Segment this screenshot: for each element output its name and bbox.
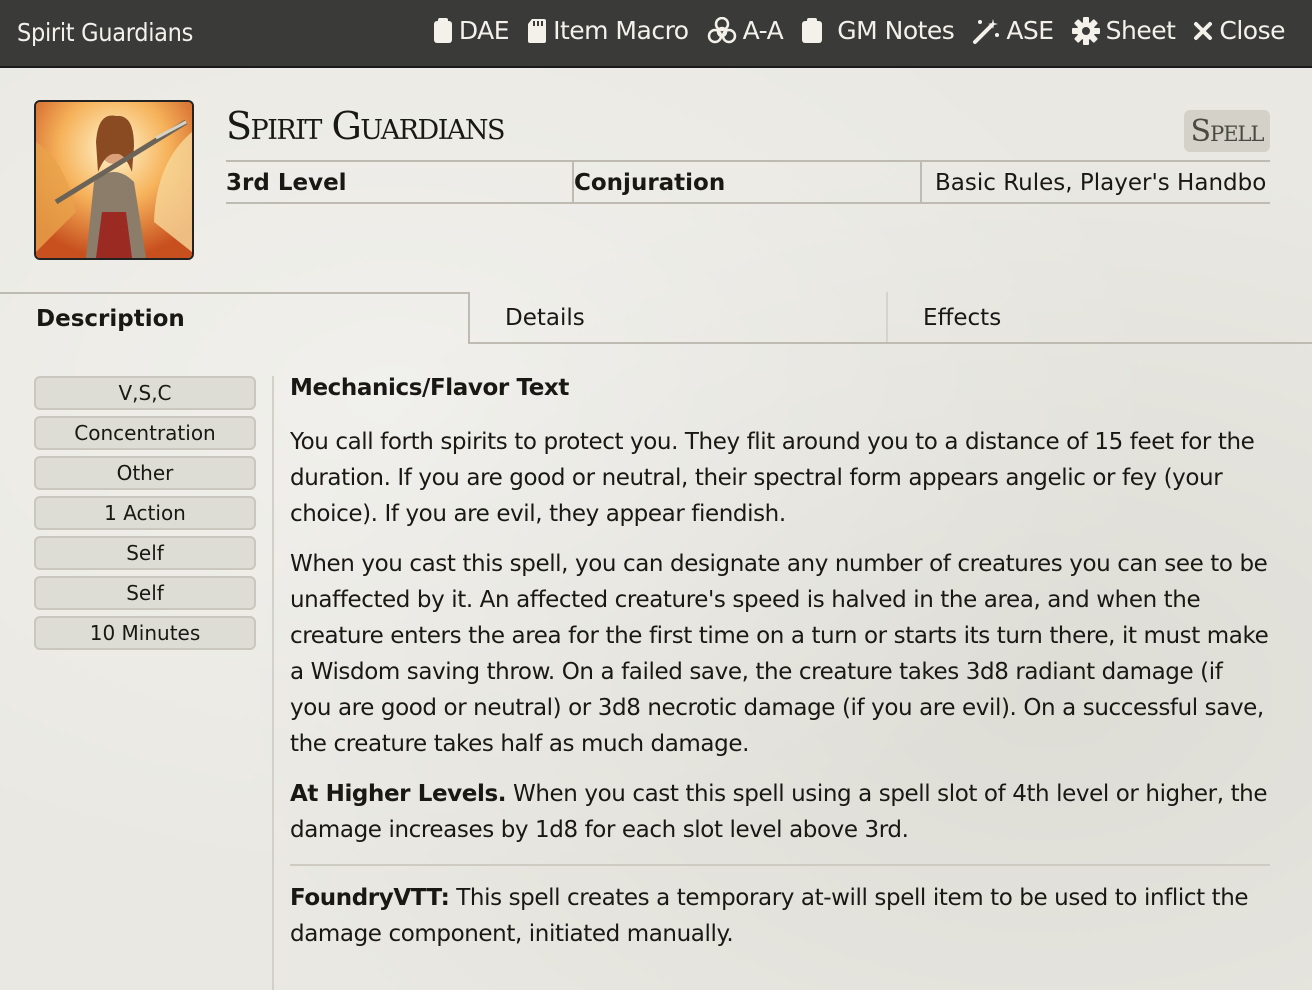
property-pill: 1 Action [34, 496, 256, 530]
a-a-label: A-A [742, 16, 784, 45]
item-type-badge: Spell [1184, 110, 1270, 152]
property-pill: 10 Minutes [34, 616, 256, 650]
foundry-note-label: FoundryVTT: [290, 885, 450, 911]
property-pill: Self [34, 576, 256, 610]
tab-effects[interactable]: Effects [886, 292, 1312, 344]
ase-label: ASE [1006, 16, 1054, 45]
description-divider [290, 864, 1270, 866]
description-heading: Mechanics/Flavor Text [290, 375, 569, 401]
description-content[interactable]: Mechanics/Flavor Text You call forth spi… [290, 372, 1270, 966]
dae-label: DAE [458, 16, 510, 45]
gm-notes-button[interactable]: GM Notes [801, 16, 955, 45]
item-macro-label: Item Macro [553, 16, 689, 45]
close-icon [1194, 21, 1213, 40]
biohazard-icon [707, 16, 736, 43]
property-pill: V,S,C [34, 376, 256, 410]
higher-levels-label: At Higher Levels. [290, 781, 507, 807]
description-paragraph: You call forth spirits to protect you. T… [290, 429, 1255, 527]
higher-levels-paragraph: At Higher Levels. When you cast this spe… [290, 776, 1270, 848]
summary-divider [226, 160, 1270, 162]
window-title: Spirit Guardians [17, 18, 194, 47]
dae-button[interactable]: DAE [433, 16, 510, 45]
property-pill: Self [34, 536, 256, 570]
spell-level[interactable]: 3rd Level [226, 166, 572, 200]
close-label: Close [1219, 16, 1285, 45]
tabs-divider [468, 342, 1312, 344]
summary-divider [920, 162, 922, 202]
window-header[interactable]: Spirit Guardians DAE Item Macro A-A GM N… [0, 0, 1312, 68]
spell-source[interactable]: Basic Rules, Player's Handbo [935, 166, 1270, 200]
clipboard-icon [802, 17, 823, 43]
sheet-label: Sheet [1105, 16, 1176, 45]
sidebar-divider [272, 376, 274, 990]
item-image[interactable] [34, 100, 194, 260]
item-macro-button[interactable]: Item Macro [527, 16, 689, 45]
header-actions: DAE Item Macro A-A GM Notes ASE Sheet Cl… [415, 16, 1285, 45]
close-button[interactable]: Close [1193, 16, 1285, 45]
item-name[interactable]: Spirit Guardians [226, 104, 506, 148]
spell-properties: V,S,C Concentration Other 1 Action Self … [34, 376, 256, 656]
tab-description[interactable]: Description [0, 292, 470, 344]
property-pill: Other [34, 456, 256, 490]
clipboard-icon [433, 17, 452, 43]
gear-icon [1071, 16, 1100, 45]
gm-notes-label: GM Notes [837, 16, 955, 45]
sd-card-icon [528, 18, 547, 43]
magic-wand-icon [973, 18, 1000, 44]
sheet-button[interactable]: Sheet [1071, 16, 1176, 45]
description-paragraph: When you cast this spell, you can design… [290, 551, 1269, 757]
ase-button[interactable]: ASE [972, 16, 1054, 45]
foundry-note-paragraph: FoundryVTT: This spell creates a tempora… [290, 880, 1270, 952]
property-pill: Concentration [34, 416, 256, 450]
spell-school[interactable]: Conjuration [574, 166, 920, 200]
a-a-button[interactable]: A-A [707, 16, 784, 45]
tab-details[interactable]: Details [470, 292, 886, 344]
angel-portrait-image [36, 102, 192, 258]
item-sheet-window: Spirit Guardians DAE Item Macro A-A GM N… [0, 0, 1312, 990]
summary-divider [226, 202, 1270, 204]
